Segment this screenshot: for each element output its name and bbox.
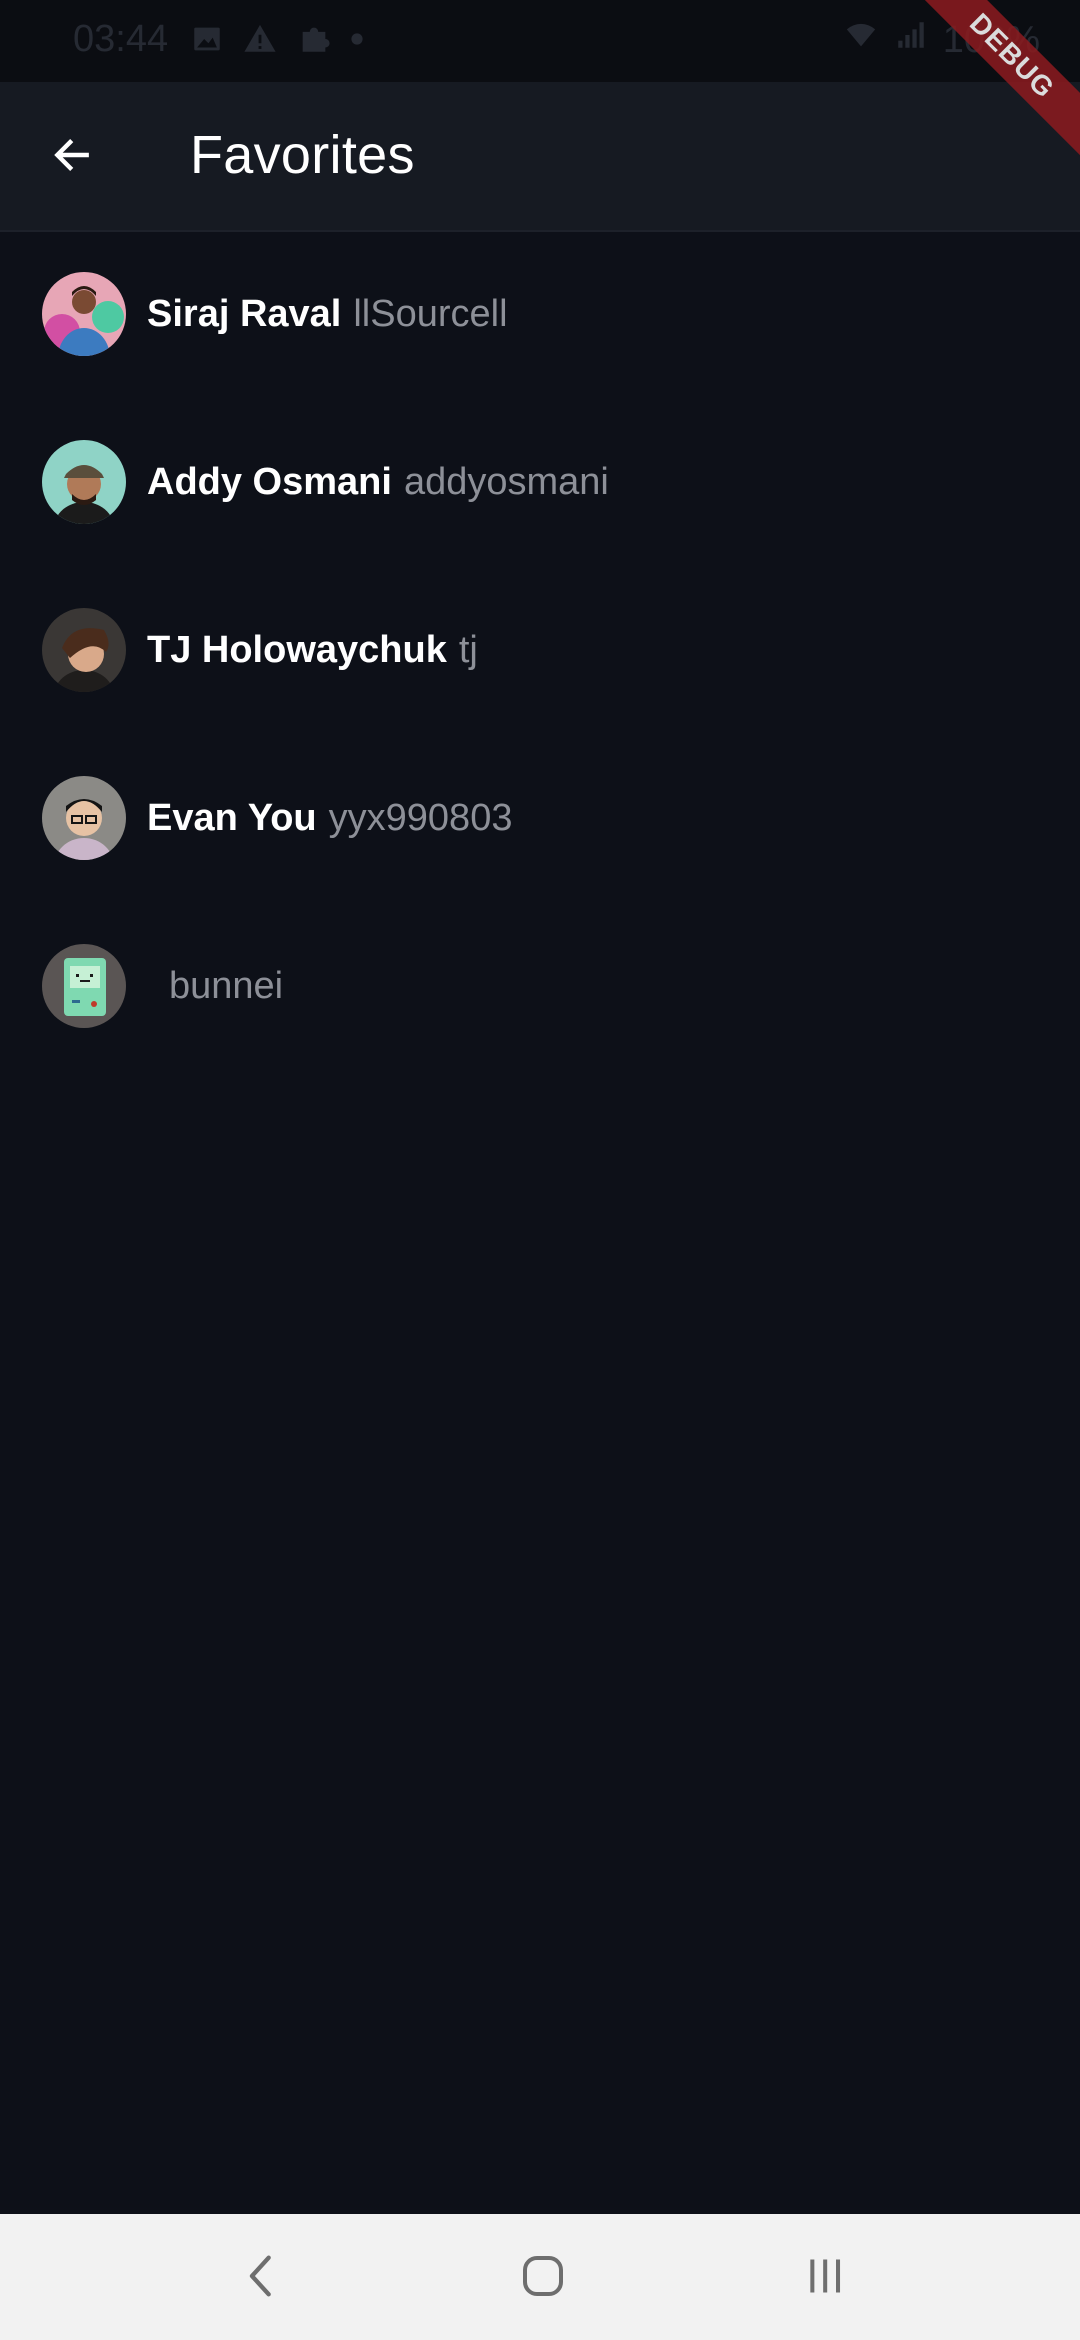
puzzle-icon [296, 22, 332, 61]
avatar [42, 608, 126, 692]
user-handle: yyx990803 [328, 796, 513, 839]
dot-icon [350, 22, 364, 61]
user-name: Siraj Raval [147, 292, 342, 335]
list-item[interactable]: bunnei [0, 902, 1080, 1070]
page-title: Favorites [190, 125, 415, 185]
avatar [42, 776, 126, 860]
status-bar: 03:44 100% [0, 0, 1080, 82]
nav-home-button[interactable] [503, 2240, 583, 2316]
signal-icon [893, 18, 929, 62]
status-time: 03:44 [73, 18, 169, 60]
notification-icons [190, 22, 364, 61]
app-bar: Favorites [0, 82, 1080, 232]
list-item[interactable]: Siraj Raval llSourcell [0, 230, 1080, 398]
avatar [42, 944, 126, 1028]
user-text: Addy Osmani addyosmani [147, 461, 609, 504]
user-text: Siraj Raval llSourcell [147, 293, 508, 336]
back-nav-icon [242, 2251, 282, 2306]
list-item[interactable]: Addy Osmani addyosmani [0, 398, 1080, 566]
favorites-screen: 03:44 100% [0, 0, 1080, 2340]
list-item[interactable]: Evan You yyx990803 [0, 734, 1080, 902]
user-text: TJ Holowaychuk tj [147, 629, 478, 672]
user-name: Evan You [147, 796, 317, 839]
list-item[interactable]: TJ Holowaychuk tj [0, 566, 1080, 734]
user-handle: bunnei [169, 964, 284, 1007]
user-name: Addy Osmani [147, 460, 392, 503]
user-name: TJ Holowaychuk [147, 628, 447, 671]
avatar [42, 440, 126, 524]
nav-back-button[interactable] [222, 2240, 302, 2316]
system-nav-bar [0, 2214, 1080, 2340]
user-text: bunnei [157, 965, 283, 1008]
back-button[interactable] [32, 122, 112, 192]
user-handle: llSourcell [353, 292, 508, 335]
user-text: Evan You yyx990803 [147, 797, 512, 840]
image-icon [190, 22, 224, 61]
wifi-icon [843, 18, 879, 62]
favorites-list: Siraj Raval llSourcell Addy Osmani addyo… [0, 230, 1080, 1070]
nav-recents-button[interactable] [785, 2240, 865, 2316]
user-handle: addyosmani [403, 460, 609, 503]
arrow-left-icon [48, 133, 96, 182]
recents-nav-icon [801, 2254, 849, 2303]
home-nav-icon [519, 2252, 567, 2305]
warning-icon [242, 22, 278, 61]
avatar [42, 272, 126, 356]
user-handle: tj [458, 628, 478, 671]
